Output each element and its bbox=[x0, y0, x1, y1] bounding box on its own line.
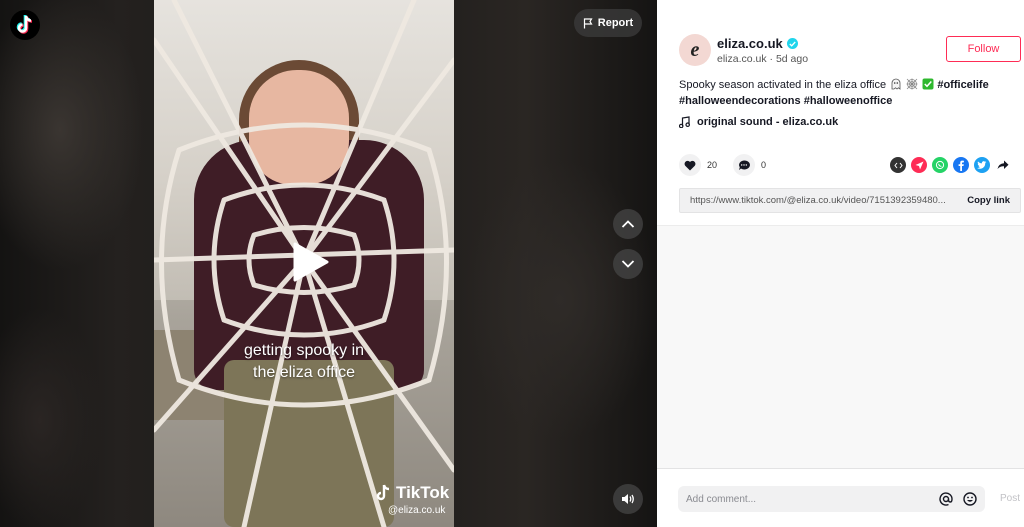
tiktok-send-icon[interactable] bbox=[911, 157, 927, 173]
author-handle: eliza.co.uk bbox=[717, 53, 767, 65]
author-username[interactable]: eliza.co.uk bbox=[717, 36, 798, 51]
tiktok-watermark: TikTok @eliza.co.uk bbox=[376, 483, 449, 516]
emoji-icon[interactable] bbox=[963, 492, 977, 506]
embed-icon[interactable] bbox=[890, 157, 906, 173]
report-button[interactable]: Report bbox=[574, 9, 642, 37]
sound-label: original sound - eliza.co.uk bbox=[697, 116, 839, 128]
twitter-icon[interactable] bbox=[974, 157, 990, 173]
hashtag-link[interactable]: #halloweenoffice bbox=[804, 95, 893, 107]
play-icon[interactable] bbox=[291, 242, 331, 282]
facebook-icon[interactable] bbox=[953, 157, 969, 173]
avatar-letter: e bbox=[690, 38, 700, 61]
comments-list bbox=[657, 225, 1024, 468]
comment-count: 0 bbox=[761, 160, 767, 170]
sound-link[interactable]: original sound - eliza.co.uk bbox=[679, 116, 838, 128]
engagement-actions: 20 0 bbox=[679, 154, 782, 176]
comment-composer: Add comment... Post bbox=[657, 468, 1024, 527]
description-text: Spooky season activated in the eliza off… bbox=[679, 79, 887, 91]
next-video-button[interactable] bbox=[613, 249, 643, 279]
like-button[interactable] bbox=[679, 154, 701, 176]
video-area: getting spooky in the eliza office TikTo… bbox=[0, 0, 657, 527]
whatsapp-icon[interactable] bbox=[932, 157, 948, 173]
video-description: Spooky season activated in the eliza off… bbox=[679, 77, 1009, 109]
video-caption: getting spooky in the eliza office bbox=[154, 340, 454, 384]
comment-placeholder: Add comment... bbox=[686, 493, 757, 505]
hashtag-link[interactable]: #officelife bbox=[937, 79, 988, 91]
video-url: https://www.tiktok.com/@eliza.co.uk/vide… bbox=[690, 195, 946, 206]
comment-button[interactable] bbox=[733, 154, 756, 176]
volume-icon bbox=[622, 494, 634, 504]
mention-icon[interactable] bbox=[939, 492, 953, 506]
follow-button[interactable]: Follow bbox=[946, 36, 1021, 62]
post-age: 5d ago bbox=[775, 53, 809, 65]
spider-web-emoji-icon bbox=[906, 78, 918, 90]
share-arrow-icon[interactable] bbox=[995, 157, 1011, 173]
check-mark-emoji-icon bbox=[922, 78, 934, 90]
flag-icon bbox=[583, 17, 593, 28]
caption-line-1: getting spooky in bbox=[243, 342, 365, 359]
post-button[interactable]: Post bbox=[1000, 493, 1020, 504]
mute-button[interactable] bbox=[613, 484, 643, 514]
video-link-bar: https://www.tiktok.com/@eliza.co.uk/vide… bbox=[679, 188, 1021, 213]
share-icons bbox=[890, 157, 1011, 173]
comment-icon bbox=[739, 159, 750, 170]
watermark-brand: TikTok bbox=[396, 483, 450, 502]
ghost-emoji-icon bbox=[891, 78, 901, 90]
copy-link-button[interactable]: Copy link bbox=[967, 195, 1010, 206]
username-text: eliza.co.uk bbox=[717, 36, 783, 51]
music-note-icon bbox=[679, 116, 690, 128]
report-label: Report bbox=[597, 17, 634, 29]
tiktok-logo-icon bbox=[16, 15, 33, 34]
heart-icon bbox=[684, 160, 696, 170]
hashtag-link[interactable]: #halloweendecorations bbox=[679, 95, 801, 107]
like-count: 20 bbox=[707, 160, 718, 170]
comment-input[interactable]: Add comment... bbox=[678, 486, 985, 512]
chevron-down-icon bbox=[621, 260, 635, 268]
tiktok-note-icon bbox=[376, 484, 390, 501]
tiktok-logo-button[interactable] bbox=[10, 10, 40, 40]
avatar[interactable]: e bbox=[679, 34, 711, 66]
chevron-up-icon bbox=[621, 220, 635, 228]
verified-badge-icon bbox=[786, 38, 798, 49]
previous-video-button[interactable] bbox=[613, 209, 643, 239]
author-meta: eliza.co.uk · 5d ago bbox=[717, 53, 809, 65]
watermark-user: @eliza.co.uk bbox=[388, 505, 446, 516]
details-panel: e eliza.co.uk eliza.co.uk · 5d ago Follo… bbox=[657, 0, 1024, 527]
caption-line-2: the eliza office bbox=[253, 364, 355, 381]
